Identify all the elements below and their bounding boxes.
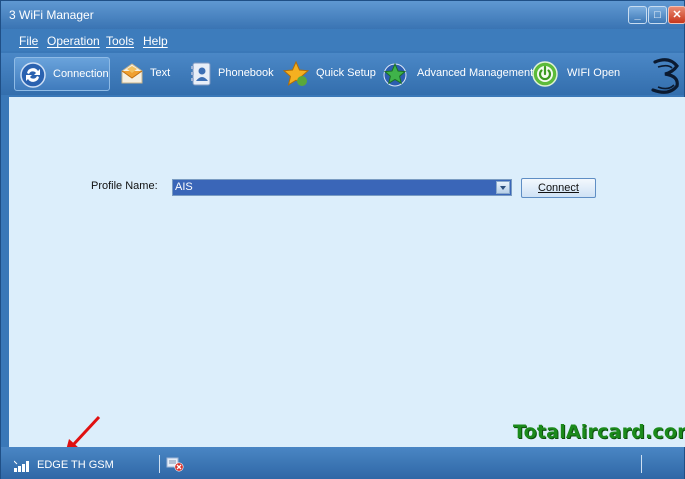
connection-icon [20, 62, 46, 88]
app-window: 3 WiFi Manager _ □ ✕ File Operation Tool… [0, 0, 685, 479]
minimize-button[interactable]: _ [628, 6, 647, 24]
globe-star-icon [383, 62, 407, 87]
phonebook-button[interactable]: Phonebook [183, 57, 274, 91]
star-icon [282, 60, 310, 86]
menu-tools[interactable]: Tools [106, 34, 134, 48]
close-button[interactable]: ✕ [668, 6, 685, 24]
menu-operation[interactable]: Operation [47, 34, 100, 48]
main-content [9, 97, 685, 447]
menu-file[interactable]: File [19, 34, 38, 48]
maximize-icon: □ [654, 9, 661, 21]
network-status: EDGE TH GSM [37, 459, 114, 471]
three-logo-icon [651, 58, 679, 94]
title-bar: 3 WiFi Manager _ □ ✕ [1, 1, 685, 29]
chevron-down-icon[interactable] [496, 181, 510, 194]
connect-button[interactable]: Connect [521, 178, 596, 198]
status-bar: EDGE TH GSM [1, 447, 684, 479]
profile-name-value: AIS [175, 181, 193, 193]
message-error-icon[interactable] [166, 456, 184, 472]
watermark-text: TotalAircard.com [513, 421, 685, 443]
minimize-icon: _ [634, 9, 641, 21]
connection-label: Connection [53, 68, 109, 80]
quick-setup-button[interactable]: Quick Setup [278, 57, 376, 91]
text-button[interactable]: Text [114, 57, 174, 91]
connection-button[interactable]: Connection [14, 57, 110, 91]
quick-setup-label: Quick Setup [316, 67, 376, 79]
close-icon: ✕ [672, 9, 682, 21]
wifi-open-button[interactable]: WIFI Open [527, 57, 623, 91]
phonebook-icon [191, 62, 211, 86]
profile-name-dropdown[interactable]: AIS [172, 179, 512, 196]
wifi-open-label: WIFI Open [567, 67, 621, 79]
menu-bar: File Operation Tools Help [1, 29, 684, 51]
maximize-button[interactable]: □ [648, 6, 667, 24]
profile-name-label: Profile Name: [91, 180, 158, 192]
advanced-management-button[interactable]: Advanced Management [377, 57, 533, 91]
signal-strength-icon [14, 460, 29, 472]
toolbar: Connection Text Phonebook Quick Setup Ad… [1, 53, 684, 95]
advanced-management-label: Advanced Management [417, 67, 534, 79]
menu-help[interactable]: Help [143, 34, 168, 48]
status-separator [641, 455, 642, 473]
power-icon [532, 61, 558, 87]
window-title: 3 WiFi Manager [9, 8, 94, 22]
envelope-icon [121, 63, 143, 84]
status-separator [159, 455, 160, 473]
phonebook-label: Phonebook [218, 67, 274, 79]
text-label: Text [150, 67, 171, 79]
